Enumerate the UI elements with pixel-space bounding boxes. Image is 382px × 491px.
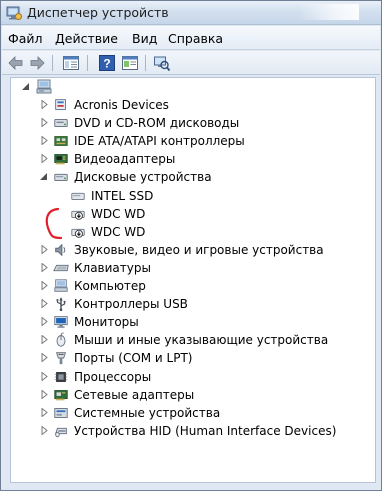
toolbar-separator	[145, 55, 146, 71]
keyboard-icon	[53, 264, 69, 272]
tree-category-row[interactable]: Дисковые устройства	[11, 168, 371, 186]
tree-item-label: WDC WD	[91, 225, 146, 239]
system-device-icon	[54, 408, 68, 418]
tree-category-row[interactable]: Мониторы	[11, 313, 371, 331]
device-tree[interactable]: Acronis Devices DVD и CD-ROM дисководы IDE…	[10, 77, 376, 483]
tree-category-row[interactable]: Звуковые, видео и игровые устройства	[11, 241, 371, 259]
disk-down-icon	[71, 228, 85, 238]
tree-item-label: Мыши и иные указывающие устройства	[74, 333, 329, 347]
window-title: Диспетчер устройств	[27, 5, 169, 20]
acronis-icon	[55, 99, 66, 110]
tree-category-row[interactable]: DVD и CD-ROM дисководы	[11, 114, 371, 132]
tree-item-label: Порты (COM и LPT)	[74, 351, 193, 365]
title-bar-controls[interactable]	[299, 4, 359, 20]
expand-triangle-icon[interactable]	[40, 100, 49, 109]
tree-category-row[interactable]: Процессоры	[11, 368, 371, 386]
menu-bar: Файл Действие Вид Справка	[2, 26, 380, 50]
tree-item-label: DVD и CD-ROM дисководы	[74, 116, 240, 130]
tree-category-row[interactable]: Сетевые адаптеры	[11, 386, 371, 404]
back-icon[interactable]	[7, 54, 25, 72]
tree-category-row[interactable]: Видеоадаптеры	[11, 150, 371, 168]
tree-item-label: INTEL SSD	[91, 189, 154, 203]
svg-text:?: ?	[103, 57, 110, 71]
tree-category-row[interactable]: IDE ATA/ATAPI контроллеры	[11, 132, 371, 150]
expand-triangle-icon[interactable]	[40, 118, 49, 127]
tree-item-label: Клавиатуры	[74, 261, 151, 275]
computer-icon	[54, 279, 68, 292]
dvd-icon	[54, 119, 68, 127]
display-adapter-icon	[54, 154, 68, 165]
tree-item-label: Мониторы	[74, 315, 139, 329]
disk-drive-icon	[54, 173, 68, 181]
help-icon[interactable]: ?	[98, 54, 116, 72]
computer-icon	[36, 79, 52, 94]
menu-file[interactable]: Файл	[8, 31, 43, 46]
tree-item-label: Сетевые адаптеры	[74, 388, 195, 402]
monitor-icon	[54, 316, 68, 328]
ide-controller-icon	[54, 136, 68, 146]
toolbar-separator	[52, 55, 53, 71]
expand-triangle-icon[interactable]	[40, 317, 49, 326]
title-bar[interactable]: Диспетчер устройств	[1, 1, 381, 25]
expand-triangle-icon[interactable]	[40, 408, 49, 417]
port-icon	[55, 352, 67, 365]
scan-hardware-icon[interactable]	[153, 54, 171, 72]
tree-device-row[interactable]: WDC WD	[11, 205, 371, 223]
toolbar: ?	[2, 51, 380, 75]
mouse-icon	[56, 332, 66, 347]
tree-category-row[interactable]: Клавиатуры	[11, 259, 371, 277]
processor-icon	[54, 372, 68, 382]
collapse-triangle-icon[interactable]	[20, 81, 34, 93]
tree-item-label: WDC WD	[91, 207, 146, 221]
expand-triangle-icon[interactable]	[40, 245, 49, 254]
device-manager-icon	[6, 6, 22, 20]
network-icon	[54, 390, 68, 401]
tree-item-label: Устройства HID (Human Interface Devices)	[74, 424, 337, 438]
forward-icon[interactable]	[28, 54, 46, 72]
expand-triangle-icon[interactable]	[40, 299, 49, 308]
tree-item-label: Процессоры	[74, 370, 152, 384]
expand-triangle-icon[interactable]	[40, 154, 49, 163]
tree-device-row[interactable]: WDC WD	[11, 223, 371, 241]
device-manager-window: Диспетчер устройств Файл Действие Вид Сп…	[0, 0, 382, 491]
menu-view[interactable]: Вид	[132, 31, 157, 46]
properties-icon[interactable]	[121, 54, 139, 72]
tree-item-label: Компьютер	[74, 279, 146, 293]
tree-device-row[interactable]: INTEL SSD	[11, 187, 371, 205]
hid-icon	[55, 427, 67, 438]
sound-icon	[55, 243, 66, 257]
tree-category-row[interactable]: Мыши и иные указывающие устройства	[11, 331, 371, 349]
disk-icon	[71, 192, 85, 200]
tree-item-label: IDE ATA/ATAPI контроллеры	[74, 134, 245, 148]
expand-triangle-icon[interactable]	[40, 426, 49, 435]
expand-triangle-icon[interactable]	[40, 335, 49, 344]
expand-triangle-icon[interactable]	[40, 372, 49, 381]
tree-category-row[interactable]: Acronis Devices	[11, 96, 371, 114]
expand-triangle-icon[interactable]	[40, 263, 49, 272]
disk-down-icon	[71, 210, 85, 220]
tree-item-label: Контроллеры USB	[74, 297, 188, 311]
toolbar-separator	[87, 55, 88, 71]
expand-triangle-icon[interactable]	[40, 353, 49, 362]
show-hide-tree-icon[interactable]	[62, 54, 80, 72]
tree-category-row[interactable]: Компьютер	[11, 277, 371, 295]
menu-action[interactable]: Действие	[55, 31, 118, 46]
usb-icon	[56, 297, 66, 312]
tree-item-label: Видеоадаптеры	[74, 152, 176, 166]
tree-item-label: Acronis Devices	[74, 98, 169, 112]
expand-triangle-icon[interactable]	[40, 281, 49, 290]
tree-category-row[interactable]: Порты (COM и LPT)	[11, 349, 371, 367]
expand-triangle-icon[interactable]	[40, 136, 49, 145]
tree-item-label: Звуковые, видео и игровые устройства	[74, 243, 324, 257]
collapse-triangle-icon[interactable]	[40, 172, 49, 181]
expand-triangle-icon[interactable]	[40, 390, 49, 399]
tree-category-row[interactable]: Устройства HID (Human Interface Devices)	[11, 422, 371, 440]
menu-help[interactable]: Справка	[168, 31, 223, 46]
tree-category-row[interactable]: Контроллеры USB	[11, 295, 371, 313]
tree-item-label: Системные устройства	[74, 406, 221, 420]
tree-item-label: Дисковые устройства	[74, 170, 212, 184]
tree-category-row[interactable]: Системные устройства	[11, 404, 371, 422]
